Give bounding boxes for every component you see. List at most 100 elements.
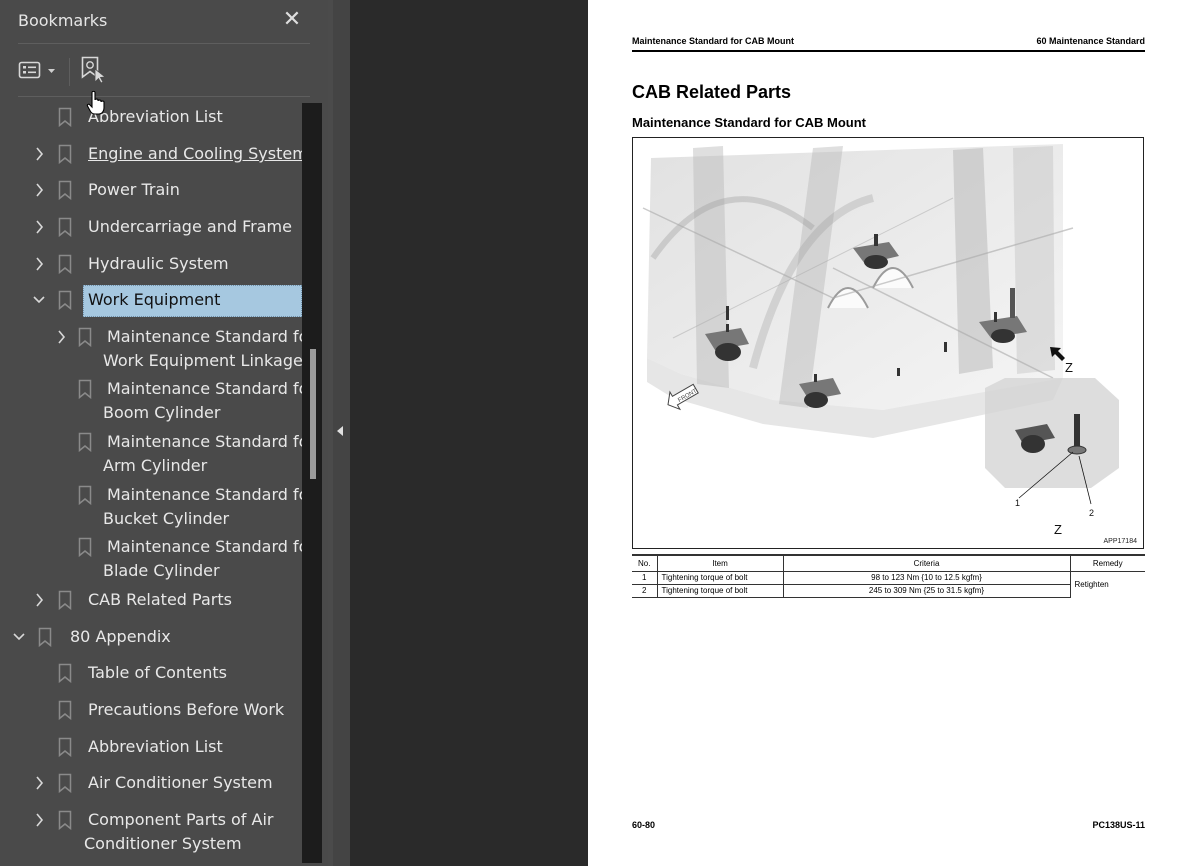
bookmark-item[interactable]: CAB Related Parts (0, 588, 302, 614)
bookmark-label: Power Train (88, 180, 180, 199)
chevron-down-icon[interactable] (12, 625, 26, 649)
figure-id: APP17184 (1103, 538, 1137, 545)
bookmark-label: Air Conditioner System (88, 773, 273, 792)
bookmark-icon (58, 773, 72, 794)
bookmark-icon (58, 217, 72, 238)
col-header-criteria: Criteria (782, 554, 1070, 571)
cab-mount-illustration: FRONT Z 1 2 Z (642, 144, 1119, 537)
find-current-bookmark-button[interactable] (80, 55, 108, 85)
bookmark-icon (58, 590, 72, 611)
list-options-icon (18, 61, 55, 79)
bookmark-item[interactable]: Table of Contents (0, 661, 302, 687)
chevron-right-icon[interactable] (32, 142, 46, 166)
chevron-right-icon[interactable] (32, 588, 46, 612)
callout-2: 2 (1089, 508, 1094, 518)
bookmark-label-continued: Boom Cylinder (103, 403, 221, 422)
bookmark-icon (78, 379, 92, 400)
chevron-right-icon[interactable] (32, 178, 46, 202)
bookmark-icon (38, 627, 52, 648)
caret-down-icon (48, 69, 55, 73)
chevron-right-icon[interactable] (32, 771, 46, 795)
col-header-remedy: Remedy (1069, 554, 1145, 571)
bookmark-label: Maintenance Standard for (107, 327, 302, 346)
bookmark-icon (78, 485, 92, 506)
bookmark-label: Hydraulic System (88, 254, 229, 273)
bookmark-item[interactable]: Hydraulic System (0, 252, 302, 278)
bookmark-item[interactable]: Maintenance Standard for Bucket Cylinder (0, 483, 302, 531)
bookmark-item[interactable]: Maintenance Standard for Boom Cylinder (0, 377, 302, 425)
page-header-left: Maintenance Standard for CAB Mount (632, 36, 795, 46)
model-number: PC138US-11 (1092, 820, 1145, 830)
bookmark-tree: Abbreviation List Engine and Cooling Syst… (0, 98, 302, 866)
find-current-bookmark-icon (81, 56, 107, 84)
chevron-right-icon[interactable] (32, 215, 46, 239)
col-header-no: No. (632, 554, 657, 571)
cell-no: 2 (632, 583, 657, 598)
bookmark-icon (58, 144, 72, 165)
chevron-right-icon[interactable] (32, 808, 46, 832)
bookmark-label-continued: Work Equipment Linkage (103, 351, 302, 370)
bookmark-item[interactable]: Abbreviation List (0, 105, 302, 131)
bookmark-label: Maintenance Standard for (107, 379, 302, 398)
detail-z-label: Z (1054, 522, 1062, 537)
bookmark-item[interactable]: Air Conditioner System (0, 771, 302, 797)
col-header-item: Item (656, 554, 783, 571)
cell-criteria: 245 to 309 Nm {25 to 31.5 kgfm} (782, 583, 1070, 598)
table-row: 1 Tightening torque of bolt 98 to 123 Nm… (632, 570, 1145, 597)
bookmark-label: Component Parts of Air (88, 810, 274, 829)
chevron-right-icon[interactable] (54, 325, 68, 349)
bookmark-item[interactable]: Maintenance Standard for Blade Cylinder (0, 535, 302, 583)
bookmark-icon (58, 107, 72, 128)
bookmark-label: 80 Appendix (70, 627, 171, 646)
bookmark-icon (78, 327, 92, 348)
bookmark-icon (78, 537, 92, 558)
chevron-right-icon[interactable] (32, 252, 46, 276)
bookmark-item[interactable]: 80 Appendix (0, 625, 302, 651)
triangle-left-icon[interactable] (333, 422, 347, 440)
bookmark-item[interactable]: Precautions Before Work (0, 698, 302, 724)
bookmark-item[interactable]: Maintenance Standard for Work Equipment L… (0, 325, 302, 373)
bookmark-icon (78, 432, 92, 453)
scrollbar-thumb[interactable] (310, 349, 316, 479)
bookmark-item[interactable]: Engine and Cooling System (0, 142, 302, 168)
cell-item: Tightening torque of bolt (656, 583, 783, 598)
maintenance-spec-table: No. Item Criteria Remedy 1 Tightening to… (632, 554, 1145, 598)
bookmark-icon (58, 700, 72, 721)
bookmark-item[interactable]: Component Parts of Air Conditioner System (0, 808, 302, 856)
bookmark-item[interactable]: Abbreviation List (0, 735, 302, 761)
header-rule (632, 50, 1145, 52)
toolbar-divider (69, 58, 70, 86)
bookmarks-scrollbar[interactable] (302, 103, 322, 863)
page-number: 60-80 (632, 820, 656, 830)
bookmark-label: Maintenance Standard for (107, 485, 302, 504)
bookmark-item[interactable]: Undercarriage and Frame (0, 215, 302, 241)
cell-no: 1 (632, 570, 657, 584)
bookmark-icon (58, 180, 72, 201)
page-header-right: 60 Maintenance Standard (1036, 36, 1145, 46)
bookmark-item[interactable]: Power Train (0, 178, 302, 204)
bookmark-label: Engine and Cooling System (88, 144, 302, 163)
close-icon[interactable]: ✕ (280, 6, 304, 34)
bookmark-item[interactable]: Work Equipment (0, 285, 302, 317)
pdf-page: Maintenance Standard for CAB Mount 60 Ma… (588, 0, 1200, 866)
document-viewer: Maintenance Standard for CAB Mount 60 Ma… (350, 0, 1200, 866)
bookmark-label: Work Equipment (88, 290, 221, 309)
panel-title: Bookmarks (18, 11, 108, 30)
cell-remedy: Retighten (1069, 570, 1145, 597)
options-button[interactable] (18, 58, 60, 84)
chevron-down-icon[interactable] (32, 288, 46, 312)
view-z-label: Z (1065, 360, 1073, 375)
bookmark-icon (58, 290, 72, 311)
callout-1: 1 (1015, 498, 1020, 508)
bookmark-label: Abbreviation List (88, 737, 223, 756)
bookmark-label-continued: Arm Cylinder (103, 456, 208, 475)
bookmark-icon (58, 663, 72, 684)
bookmark-label: CAB Related Parts (88, 590, 232, 609)
bookmark-label-continued: Conditioner System (84, 834, 242, 853)
bookmark-item[interactable]: Maintenance Standard for Arm Cylinder (0, 430, 302, 478)
section-subtitle: Maintenance Standard for CAB Mount (632, 115, 867, 130)
cell-item: Tightening torque of bolt (656, 570, 783, 584)
bookmark-label: Table of Contents (88, 663, 227, 682)
bookmark-label: Precautions Before Work (88, 700, 285, 719)
cell-criteria: 98 to 123 Nm {10 to 12.5 kgfm} (782, 570, 1070, 584)
